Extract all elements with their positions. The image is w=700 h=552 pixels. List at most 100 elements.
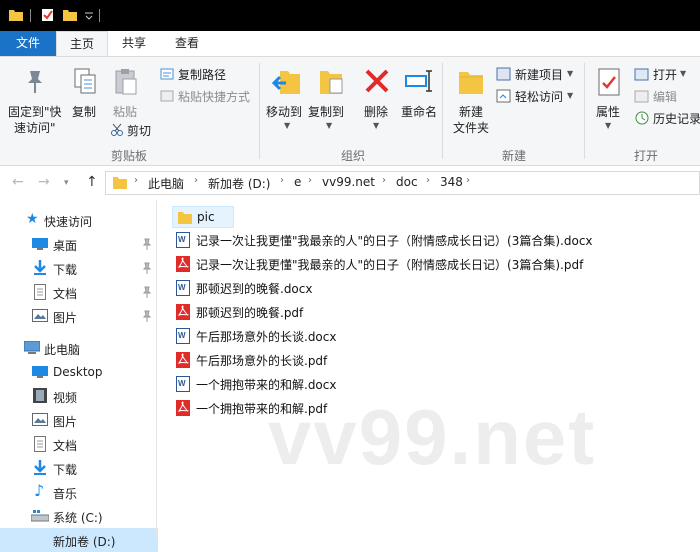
- pin-icon[interactable]: [142, 262, 152, 274]
- pin-icon[interactable]: [142, 286, 152, 298]
- open-button[interactable]: 打开: [653, 66, 677, 83]
- breadcrumb-chevron-icon[interactable]: ›: [426, 175, 430, 186]
- file-row-pdf[interactable]: 记录一次让我更懂"我最亲的人"的日子（附情感成长日记）(3篇合集).pdf: [172, 253, 692, 275]
- copy-button[interactable]: 复制: [72, 103, 96, 120]
- delete-dropdown-icon[interactable]: ▼: [373, 121, 379, 130]
- paste-button[interactable]: 粘贴: [113, 103, 137, 120]
- easy-access-button[interactable]: 轻松访问: [515, 88, 563, 105]
- breadcrumb-chevron-icon[interactable]: ›: [466, 175, 470, 186]
- address-bar[interactable]: › 此电脑 › 新加卷 (D:) › e › vv99.net › doc › …: [105, 171, 700, 195]
- properties-dropdown-icon[interactable]: ▼: [605, 121, 611, 130]
- rename-button[interactable]: 重命名: [401, 103, 437, 120]
- nav-item-desktop-pc[interactable]: Desktop: [0, 360, 158, 384]
- copy-path-button[interactable]: 复制路径: [178, 66, 226, 83]
- file-row-docx[interactable]: W 一个拥抱带来的和解.docx: [172, 373, 472, 395]
- nav-item-documents[interactable]: 文档: [0, 280, 158, 304]
- open-dropdown-icon[interactable]: ▼: [680, 69, 686, 78]
- document-icon: [34, 284, 46, 300]
- desktop-icon: [32, 366, 48, 378]
- folder-icon: [178, 212, 192, 224]
- nav-label: 快速访问: [44, 215, 93, 229]
- edit-button[interactable]: 编辑: [653, 88, 677, 105]
- breadcrumb-348[interactable]: 348: [440, 175, 463, 189]
- pdf-icon: [176, 400, 190, 416]
- toolbar-separator: [30, 9, 31, 22]
- navigation-pane-divider: [156, 200, 157, 540]
- nav-item-desktop[interactable]: 桌面: [0, 232, 158, 256]
- nav-label: 下载: [53, 463, 78, 477]
- new-folder-icon[interactable]: [62, 8, 78, 22]
- nav-quick-access[interactable]: ★ 快速访问: [0, 208, 158, 232]
- group-separator: [259, 63, 260, 159]
- download-arrow-icon: [34, 260, 46, 275]
- up-arrow-icon[interactable]: ↑: [86, 174, 98, 190]
- breadcrumb-chevron-icon[interactable]: ›: [308, 175, 312, 186]
- forward-arrow-icon[interactable]: →: [38, 174, 50, 190]
- nav-item-pictures-pc[interactable]: 图片: [0, 408, 158, 432]
- nav-item-drive-d[interactable]: 新加卷 (D:): [0, 528, 158, 552]
- nav-item-pictures[interactable]: 图片: [0, 304, 158, 328]
- breadcrumb-vv99[interactable]: vv99.net: [322, 175, 375, 189]
- breadcrumb-chevron-icon[interactable]: ›: [382, 175, 386, 186]
- file-row-docx[interactable]: W 那顿迟到的晚餐.docx: [172, 277, 472, 299]
- nav-item-downloads[interactable]: 下载: [0, 256, 158, 280]
- nav-label: 桌面: [53, 239, 78, 253]
- back-arrow-icon[interactable]: ←: [12, 174, 24, 190]
- edit-icon: [634, 90, 649, 103]
- move-to-button[interactable]: 移动到: [266, 103, 302, 120]
- copy-to-dropdown-icon[interactable]: ▼: [326, 121, 332, 130]
- easy-access-dropdown-icon[interactable]: ▼: [567, 91, 573, 100]
- group-separator: [584, 63, 585, 159]
- pin-icon[interactable]: [142, 238, 152, 250]
- pdf-icon: [176, 304, 190, 320]
- nav-this-pc[interactable]: 此电脑: [0, 336, 158, 360]
- rename-icon: [405, 70, 432, 92]
- properties-button[interactable]: 属性: [596, 103, 620, 120]
- file-name: 那顿迟到的晚餐.pdf: [196, 306, 304, 320]
- nav-item-music[interactable]: ♪ 音乐: [0, 480, 158, 504]
- history-button[interactable]: 历史记录: [653, 110, 700, 127]
- nav-label: 音乐: [53, 487, 78, 501]
- breadcrumb-doc[interactable]: doc: [396, 175, 418, 189]
- nav-item-videos[interactable]: 视频: [0, 384, 158, 408]
- file-row-docx[interactable]: W 记录一次让我更懂"我最亲的人"的日子（附情感成长日记）(3篇合集).docx: [172, 229, 692, 251]
- cut-button[interactable]: 剪切: [127, 122, 151, 139]
- tab-home[interactable]: 主页: [56, 31, 108, 57]
- file-row-pdf[interactable]: 午后那场意外的长谈.pdf: [172, 349, 472, 371]
- file-row-pdf[interactable]: 一个拥抱带来的和解.pdf: [172, 397, 472, 419]
- file-row-pdf[interactable]: 那顿迟到的晚餐.pdf: [172, 301, 472, 323]
- new-item-button[interactable]: 新建项目: [515, 66, 563, 83]
- address-toolbar: ← → ▾ ↑ › 此电脑 › 新加卷 (D:) › e › vv99.net …: [0, 166, 700, 200]
- copy-to-button[interactable]: 复制到: [308, 103, 344, 120]
- nav-item-downloads-pc[interactable]: 下载: [0, 456, 158, 480]
- nav-item-documents-pc[interactable]: 文档: [0, 432, 158, 456]
- breadcrumb-e[interactable]: e: [294, 175, 301, 189]
- delete-button[interactable]: 删除: [364, 103, 388, 120]
- svg-text:W: W: [178, 331, 186, 340]
- file-name: pic: [197, 210, 215, 224]
- move-to-dropdown-icon[interactable]: ▼: [284, 121, 290, 130]
- nav-item-drive-c[interactable]: 系统 (C:): [0, 504, 158, 528]
- pin-icon[interactable]: [142, 310, 152, 322]
- breadcrumb-chevron-icon[interactable]: ›: [194, 175, 198, 186]
- tab-file[interactable]: 文件: [0, 31, 56, 56]
- breadcrumb-chevron-icon[interactable]: ›: [280, 175, 284, 186]
- pin-quick-access-button[interactable]: 固定到"快: [8, 103, 62, 120]
- customize-dropdown-icon[interactable]: [84, 8, 94, 22]
- breadcrumb-this-pc[interactable]: 此电脑: [148, 175, 184, 192]
- properties-icon[interactable]: [40, 8, 56, 22]
- file-row-docx[interactable]: W 午后那场意外的长谈.docx: [172, 325, 472, 347]
- breadcrumb-drive-d[interactable]: 新加卷 (D:): [208, 175, 270, 192]
- new-folder-button[interactable]: 新建: [459, 103, 483, 120]
- tab-view[interactable]: 查看: [162, 31, 212, 56]
- tab-share[interactable]: 共享: [110, 31, 158, 56]
- new-item-dropdown-icon[interactable]: ▼: [567, 69, 573, 78]
- breadcrumb-chevron-icon[interactable]: ›: [134, 175, 138, 186]
- file-list: pic W 记录一次让我更懂"我最亲的人"的日子（附情感成长日记）(3篇合集).…: [158, 200, 700, 540]
- file-row-folder-pic[interactable]: pic: [172, 206, 234, 228]
- desktop-icon: [32, 238, 48, 250]
- paste-shortcut-button[interactable]: 粘贴快捷方式: [178, 88, 250, 105]
- paste-shortcut-icon: [160, 90, 174, 102]
- svg-text:W: W: [178, 379, 186, 388]
- recent-locations-chevron-icon[interactable]: ▾: [64, 178, 69, 188]
